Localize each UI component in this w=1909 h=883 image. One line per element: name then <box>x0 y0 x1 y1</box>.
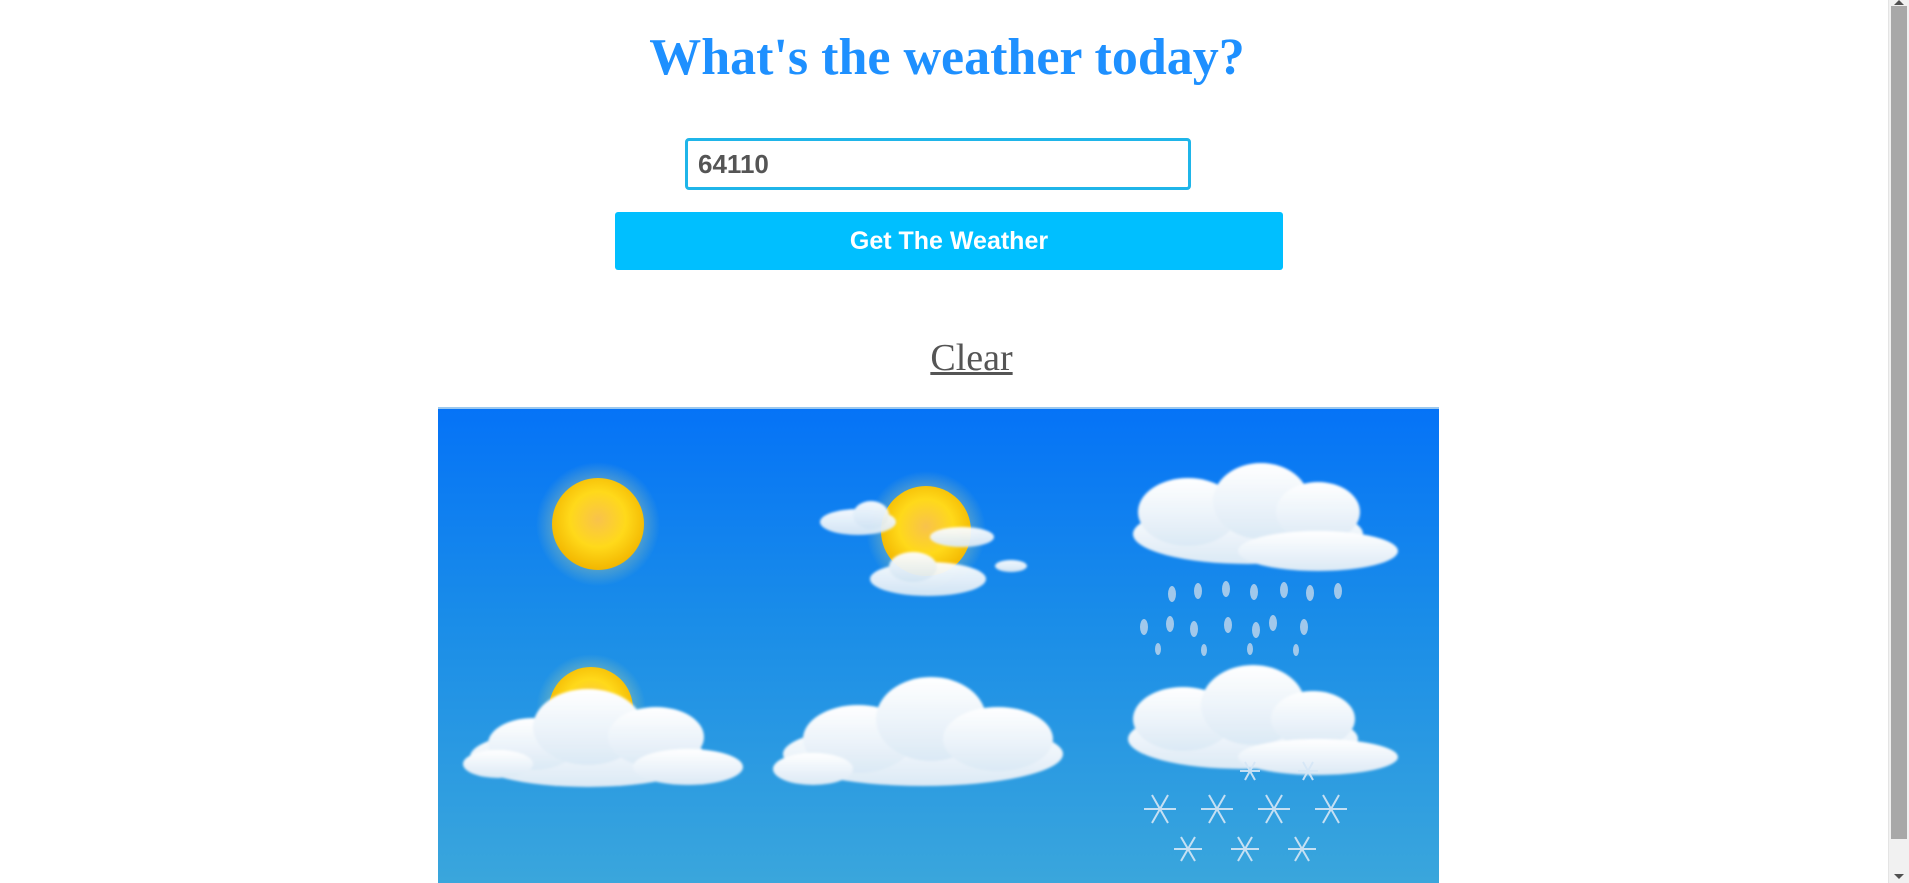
rain-icon <box>1133 463 1398 656</box>
snow-icon <box>1128 665 1398 862</box>
partly-sunny-icon <box>820 471 1027 596</box>
sunny-icon <box>536 462 660 586</box>
scroll-up-arrow-icon[interactable] <box>1894 0 1904 5</box>
cloudy-icon <box>773 677 1063 786</box>
scrollbar-thumb[interactable] <box>1891 6 1907 839</box>
get-weather-button[interactable]: Get The Weather <box>615 212 1283 270</box>
scroll-down-arrow-icon[interactable] <box>1894 874 1904 879</box>
clear-link[interactable]: Clear <box>0 336 1909 380</box>
sun-behind-cloud-icon <box>463 654 743 787</box>
page-title: What's the weather today? <box>649 29 1245 86</box>
vertical-scrollbar[interactable] <box>1888 0 1909 883</box>
zip-code-input[interactable] <box>685 138 1191 190</box>
weather-banner-image <box>438 407 1439 883</box>
